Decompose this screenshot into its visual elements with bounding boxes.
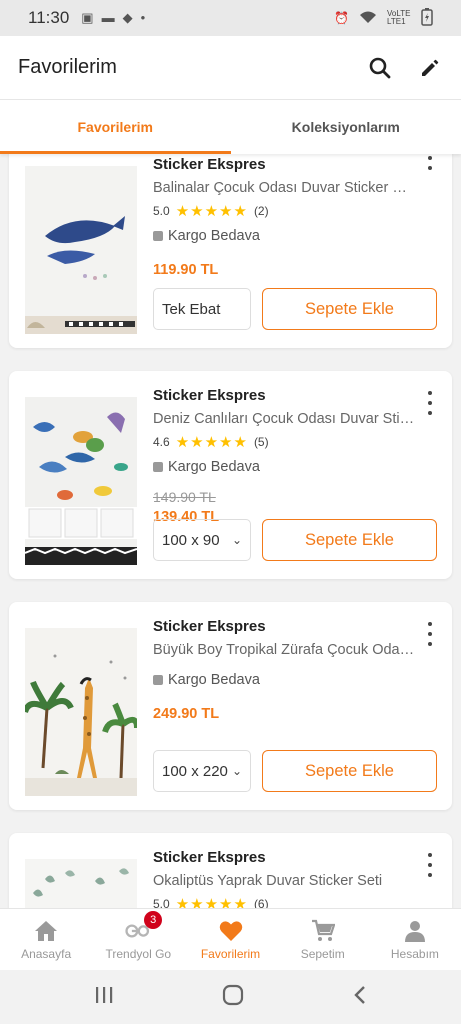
nav-label: Trendyol Go (105, 947, 172, 961)
product-name[interactable]: Büyük Boy Tropikal Zürafa Çocuk Odas... (153, 642, 416, 658)
product-brand: Sticker Ekspres (153, 387, 266, 404)
tab-favorilerim[interactable]: Favorilerim (0, 100, 231, 154)
nav-sepetim[interactable]: Sepetim (277, 909, 369, 970)
rating-value: 4.6 (153, 435, 170, 449)
message-icon: ▬ (101, 10, 115, 25)
product-name[interactable]: Balinalar Çocuk Odası Duvar Sticker Seti (153, 180, 416, 196)
cargo-text: Kargo Bedava (168, 672, 260, 688)
variant-select[interactable]: Tek Ebat (153, 288, 251, 330)
review-count: (5) (253, 435, 269, 449)
app-icon: ◆ (122, 10, 133, 25)
system-icons: ⏰ VoLTE LTE1 (334, 7, 433, 29)
review-count: (2) (253, 204, 269, 218)
cargo-box-icon (153, 231, 163, 241)
product-brand: Sticker Ekspres (153, 849, 266, 866)
review-count: (6) (253, 897, 269, 908)
home-button-icon[interactable] (222, 984, 244, 1011)
search-icon[interactable] (367, 55, 393, 81)
rating-row: 5.0 ★★★★★ (2) (153, 202, 416, 220)
favorites-list[interactable]: Sticker Ekspres Balinalar Çocuk Odası Du… (0, 154, 461, 908)
edit-icon[interactable] (417, 55, 443, 81)
add-to-cart-button[interactable]: Sepete Ekle (262, 750, 437, 792)
star-rating-icon: ★★★★★ (175, 203, 248, 220)
page-title: Favorilerim (18, 56, 117, 78)
add-to-cart-button[interactable]: Sepete Ekle (262, 519, 437, 561)
tab-bar: Favorilerim Koleksiyonlarım (0, 100, 461, 154)
heart-icon (218, 918, 244, 944)
cart-icon (310, 918, 336, 944)
nav-label: Hesabım (390, 947, 439, 961)
cargo-box-icon (153, 675, 163, 685)
more-options-icon[interactable] (422, 853, 438, 877)
status-bar: 11:30 ▣ ▬ ◆ • ⏰ VoLTE LTE1 (0, 0, 461, 36)
rating-row: 5.0 ★★★★★ (6) (153, 895, 416, 908)
person-icon (402, 918, 428, 944)
product-image[interactable] (25, 859, 137, 908)
product-card[interactable]: Sticker Ekspres Büyük Boy Tropikal Züraf… (9, 602, 452, 810)
product-card[interactable]: Sticker Ekspres Deniz Canlıları Çocuk Od… (9, 371, 452, 579)
system-navigation (0, 970, 461, 1024)
product-name[interactable]: Okaliptüs Yaprak Duvar Sticker Seti (153, 873, 416, 889)
product-price: 119.90 TL (153, 262, 219, 278)
product-image[interactable] (25, 397, 137, 565)
back-icon[interactable] (353, 985, 367, 1010)
notification-icons: ▣ ▬ ◆ • (81, 10, 145, 26)
more-options-icon[interactable] (422, 622, 438, 646)
bottom-navigation: Anasayfa 3 Trendyol Go Favorilerim Sepet… (0, 908, 461, 970)
product-card[interactable]: Sticker Ekspres Okaliptüs Yaprak Duvar S… (9, 833, 452, 908)
rating-value: 5.0 (153, 897, 170, 908)
nav-hesabim[interactable]: Hesabım (369, 909, 461, 970)
product-price: 249.90 TL (153, 706, 220, 722)
product-image[interactable] (25, 166, 137, 334)
notification-badge: 3 (144, 911, 163, 929)
cargo-box-icon (153, 462, 163, 472)
gallery-icon: ▣ (81, 10, 94, 25)
network-label: VoLTE LTE1 (387, 9, 411, 26)
nav-trendyol-go[interactable]: 3 Trendyol Go (92, 909, 184, 970)
tab-koleksiyonlarim[interactable]: Koleksiyonlarım (231, 100, 461, 154)
chevron-down-icon: ⌄ (231, 764, 242, 778)
product-brand: Sticker Ekspres (153, 156, 266, 173)
star-rating-icon: ★★★★★ (175, 434, 248, 451)
nav-favorilerim[interactable]: Favorilerim (184, 909, 276, 970)
free-shipping-label: Kargo Bedava (153, 228, 416, 244)
variant-value: Tek Ebat (162, 300, 221, 318)
nav-anasayfa[interactable]: Anasayfa (0, 909, 92, 970)
battery-icon (421, 7, 433, 29)
variant-value: 100 x 90 (162, 531, 220, 549)
cargo-text: Kargo Bedava (168, 228, 260, 244)
dot-icon: • (140, 10, 146, 25)
star-rating-icon: ★★★★★ (175, 896, 248, 908)
rating-row: 4.6 ★★★★★ (5) (153, 433, 416, 451)
product-image[interactable] (25, 628, 137, 796)
alarm-icon: ⏰ (334, 11, 349, 25)
free-shipping-label: Kargo Bedava (153, 672, 416, 688)
product-card[interactable]: Sticker Ekspres Balinalar Çocuk Odası Du… (9, 154, 452, 348)
more-options-icon[interactable] (422, 391, 438, 415)
cargo-text: Kargo Bedava (168, 459, 260, 475)
add-to-cart-button[interactable]: Sepete Ekle (262, 288, 437, 330)
chevron-down-icon: ⌄ (231, 533, 242, 547)
app-bar: Favorilerim (0, 36, 461, 100)
variant-value: 100 x 220 (162, 762, 228, 780)
variant-select[interactable]: 100 x 90 ⌄ (153, 519, 251, 561)
rating-value: 5.0 (153, 204, 170, 218)
home-icon (33, 918, 59, 944)
wifi-icon (359, 10, 377, 27)
status-time: 11:30 (28, 8, 70, 27)
old-price: 149.90 TL (153, 489, 216, 505)
variant-select[interactable]: 100 x 220 ⌄ (153, 750, 251, 792)
nav-label: Anasayfa (21, 947, 72, 961)
nav-label: Sepetim (300, 947, 345, 961)
free-shipping-label: Kargo Bedava (153, 459, 416, 475)
nav-label: Favorilerim (200, 947, 261, 961)
more-options-icon[interactable] (422, 154, 438, 170)
product-name[interactable]: Deniz Canlıları Çocuk Odası Duvar Stic..… (153, 411, 416, 427)
product-brand: Sticker Ekspres (153, 618, 266, 635)
recent-apps-icon[interactable] (94, 986, 114, 1009)
